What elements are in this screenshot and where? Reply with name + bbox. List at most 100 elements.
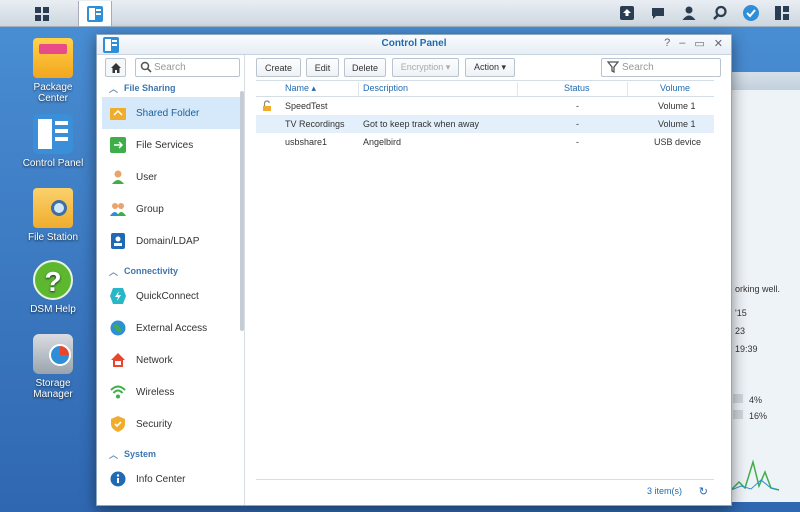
cell-volume: Volume 1: [658, 119, 696, 129]
help-icon: ?: [33, 260, 73, 300]
sidebar-item-user[interactable]: User: [102, 161, 240, 193]
file-services-icon: [110, 137, 126, 153]
main-menu-button[interactable]: [25, 1, 59, 26]
sidebar-item-label: File Services: [136, 139, 194, 151]
sidebar-search-placeholder: Search: [154, 62, 186, 73]
chevron-down-icon: ︿: [109, 450, 119, 460]
widgets-icon[interactable]: [741, 3, 761, 23]
item-count: 3 item(s): [646, 486, 682, 496]
group-icon: [110, 201, 126, 217]
widget-text: 19:39: [735, 344, 758, 354]
minimize-icon[interactable]: –: [679, 37, 685, 50]
edit-button[interactable]: Edit: [306, 58, 339, 77]
chat-icon[interactable]: [648, 3, 668, 23]
desktop-icon-dsm-help[interactable]: ? DSM Help: [18, 260, 88, 315]
section-label: File Sharing: [124, 83, 176, 93]
sidebar-item-file-services[interactable]: File Services: [102, 129, 240, 161]
sidebar-item-info-center[interactable]: Info Center: [102, 463, 240, 495]
column-header-description[interactable]: Description: [363, 83, 408, 93]
filter-icon: [607, 61, 619, 73]
cell-description: Angelbird: [363, 137, 402, 147]
sidebar-item-label: Network: [136, 354, 173, 366]
sidebar-item-label: Wireless: [136, 386, 175, 398]
filter-search-input[interactable]: Search: [601, 58, 721, 77]
window-title: Control Panel: [381, 38, 447, 49]
home-button[interactable]: [105, 58, 126, 77]
network-graph: [731, 459, 780, 491]
widget-bar: [733, 394, 743, 403]
table-row[interactable]: SpeedTest - Volume 1: [256, 97, 714, 115]
sidebar-item-label: Group: [136, 203, 164, 215]
shared-folder-table: Name ▴ Description Status Volume SpeedTe…: [256, 80, 714, 470]
sidebar-item-group[interactable]: Group: [102, 193, 240, 225]
close-icon[interactable]: ✕: [714, 37, 723, 50]
column-header-status[interactable]: Status: [564, 83, 590, 93]
column-header-volume[interactable]: Volume: [660, 83, 690, 93]
widget-panel: orking well. '15 23 19:39 4% 16%: [730, 72, 800, 502]
shield-icon: [110, 416, 126, 432]
sidebar-item-security[interactable]: Security: [102, 408, 240, 440]
sidebar-scrollbar[interactable]: [240, 91, 244, 331]
sidebar-item-label: Domain/LDAP: [136, 235, 200, 247]
desktop-icon-control-panel[interactable]: Control Panel: [18, 114, 88, 169]
home-icon: [110, 62, 121, 73]
desktop-icon-storage-manager[interactable]: Storage Manager: [18, 334, 88, 400]
control-panel-icon: [33, 114, 73, 154]
folder-icon: [33, 188, 73, 228]
column-header-name[interactable]: Name ▴: [285, 83, 316, 94]
cell-volume: USB device: [654, 137, 702, 147]
filter-search-placeholder: Search: [622, 62, 654, 73]
refresh-icon[interactable]: ↻: [699, 485, 708, 498]
widget-text: '15: [735, 308, 747, 318]
window-titlebar[interactable]: Control Panel ? – ▭ ✕: [97, 35, 731, 55]
sidebar-item-network[interactable]: Network: [102, 344, 240, 376]
section-file-sharing[interactable]: ︿ File Sharing: [97, 79, 237, 97]
unlocked-icon: [263, 100, 271, 111]
user-icon[interactable]: [679, 3, 699, 23]
taskbar-control-panel-button[interactable]: [78, 1, 112, 26]
shared-folder-icon: [110, 105, 126, 121]
options-icon[interactable]: [772, 3, 792, 23]
widget-bar: [733, 410, 743, 419]
widget-text: orking well.: [735, 284, 781, 294]
cell-description: Got to keep track when away: [363, 119, 480, 129]
cell-status: -: [576, 137, 579, 147]
maximize-icon[interactable]: ▭: [694, 37, 704, 50]
taskbar: [0, 0, 800, 27]
sidebar-item-quickconnect[interactable]: QuickConnect: [102, 280, 240, 312]
sidebar-search-input[interactable]: Search: [135, 58, 240, 77]
action-dropdown[interactable]: Action ▾: [465, 58, 515, 77]
control-panel-icon: [87, 5, 103, 22]
wireless-icon: [110, 384, 126, 400]
sidebar-item-wireless[interactable]: Wireless: [102, 376, 240, 408]
chevron-down-icon: ︿: [109, 267, 119, 277]
sidebar-item-label: QuickConnect: [136, 290, 199, 302]
cell-status: -: [576, 101, 579, 111]
cell-name: usbshare1: [285, 137, 328, 147]
cell-volume: Volume 1: [658, 101, 696, 111]
help-icon[interactable]: ?: [664, 37, 670, 50]
sidebar-item-label: Shared Folder: [136, 107, 200, 119]
sidebar-item-external-access[interactable]: External Access: [102, 312, 240, 344]
package-center-icon: [33, 38, 73, 78]
upload-icon[interactable]: [617, 3, 637, 23]
desktop-icon-label: Control Panel: [22, 158, 84, 169]
table-row[interactable]: TV Recordings Got to keep track when awa…: [256, 115, 714, 133]
desktop-icon-file-station[interactable]: File Station: [18, 188, 88, 243]
delete-button[interactable]: Delete: [344, 58, 386, 77]
section-system[interactable]: ︿ System: [97, 445, 237, 463]
cell-name: SpeedTest: [285, 101, 328, 111]
encryption-dropdown[interactable]: Encryption ▾: [392, 58, 459, 77]
desktop-icon-package-center[interactable]: Package Center: [18, 38, 88, 104]
grid-icon: [35, 6, 49, 21]
sidebar-item-shared-folder[interactable]: Shared Folder: [102, 97, 240, 129]
section-connectivity[interactable]: ︿ Connectivity: [97, 262, 237, 280]
sidebar: Search ︿ File Sharing Shared Folder File…: [97, 55, 245, 505]
sidebar-item-label: Security: [136, 418, 173, 430]
create-button[interactable]: Create: [256, 58, 301, 77]
section-label: System: [124, 449, 157, 459]
table-row[interactable]: usbshare1 Angelbird - USB device: [256, 133, 714, 151]
sidebar-item-domain-ldap[interactable]: Domain/LDAP: [102, 225, 240, 257]
cell-name: TV Recordings: [285, 119, 345, 129]
search-icon[interactable]: [710, 3, 730, 23]
